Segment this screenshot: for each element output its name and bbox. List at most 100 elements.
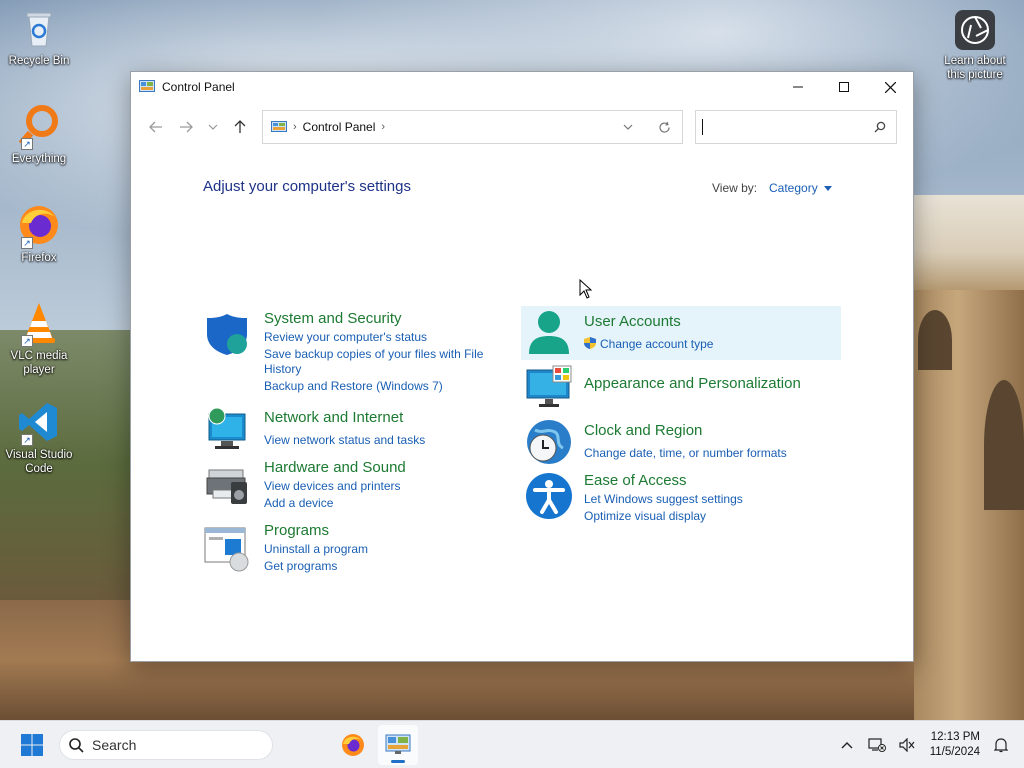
link-uninstall-program[interactable]: Uninstall a program <box>264 542 368 557</box>
desktop-icon-label: Firefox <box>21 252 57 264</box>
link-save-backup-continued[interactable]: History <box>264 362 301 377</box>
back-button[interactable] <box>141 112 171 142</box>
category-title-system-security[interactable]: System and Security <box>264 310 402 327</box>
printer-speaker-icon <box>206 469 247 504</box>
clock-date: 11/5/2024 <box>929 745 980 758</box>
text-caret <box>702 119 703 135</box>
breadcrumb-control-panel[interactable]: Control Panel <box>303 120 376 134</box>
taskbar-app-firefox[interactable] <box>333 725 373 765</box>
link-change-account-type[interactable]: Change account type <box>600 337 713 352</box>
forward-button[interactable] <box>171 112 201 142</box>
uac-shield-icon <box>584 337 596 349</box>
category-title-network-internet[interactable]: Network and Internet <box>264 409 403 426</box>
taskbar-clock[interactable]: 12:13 PM 11/5/2024 <box>922 730 986 760</box>
maximize-icon <box>839 82 849 92</box>
wallpaper-bridge <box>914 290 1024 720</box>
chevron-up-icon <box>841 741 853 748</box>
close-button[interactable] <box>867 72 913 102</box>
maximize-button[interactable] <box>821 72 867 102</box>
desktop-icon-firefox[interactable]: ↗ Firefox <box>0 203 78 265</box>
close-icon <box>884 81 896 93</box>
minimize-button[interactable] <box>775 72 821 102</box>
minimize-icon <box>793 86 803 88</box>
volume-button[interactable] <box>892 727 922 763</box>
title-bar[interactable]: Control Panel <box>131 72 913 102</box>
desktop-icon-vscode[interactable]: ↗ Visual Studio Code <box>0 400 78 476</box>
control-panel-icon <box>385 734 411 754</box>
breadcrumb-separator-icon[interactable]: › <box>381 121 385 133</box>
category-title-appearance[interactable]: Appearance and Personalization <box>584 375 801 392</box>
network-globe-icon <box>208 407 246 449</box>
search-input[interactable] <box>695 110 897 144</box>
arrow-up-icon <box>234 120 246 133</box>
category-title-ease-of-access[interactable]: Ease of Access <box>584 472 687 489</box>
firefox-icon <box>342 733 364 756</box>
taskbar-search[interactable]: Search <box>59 729 273 760</box>
link-optimize-display[interactable]: Optimize visual display <box>584 509 706 524</box>
control-panel-icon <box>139 80 155 92</box>
start-button[interactable] <box>12 725 52 765</box>
desktop-icon-label: Learn about this picture <box>944 55 1006 81</box>
recycle-bin-icon <box>17 6 61 50</box>
link-get-programs[interactable]: Get programs <box>264 559 337 574</box>
desktop-icon-label: Recycle Bin <box>8 55 70 67</box>
address-bar[interactable]: › Control Panel › <box>262 110 683 144</box>
windows-logo-icon <box>21 733 43 756</box>
desktop-icon-label: VLC media player <box>10 350 68 376</box>
link-backup-restore[interactable]: Backup and Restore (Windows 7) <box>264 379 443 394</box>
category-title-hardware-sound[interactable]: Hardware and Sound <box>264 459 406 476</box>
camera-lens-icon <box>955 10 995 50</box>
user-icon <box>529 311 569 354</box>
link-suggest-settings[interactable]: Let Windows suggest settings <box>584 492 743 507</box>
desktop-icon-learn-picture[interactable]: Learn about this picture <box>936 10 1014 82</box>
link-change-date-time[interactable]: Change date, time, or number formats <box>584 446 787 461</box>
notifications-button[interactable] <box>986 727 1016 763</box>
category-title-clock-region[interactable]: Clock and Region <box>584 422 702 439</box>
active-app-indicator <box>391 759 405 763</box>
taskbar-search-placeholder: Search <box>92 736 137 753</box>
up-button[interactable] <box>225 112 255 142</box>
content-area: Adjust your computer's settings View by:… <box>131 152 913 662</box>
view-by-dropdown[interactable]: Category <box>769 181 832 195</box>
control-panel-window: Control Panel › Control Panel › Adjust y… <box>130 71 914 662</box>
address-row: › Control Panel › <box>131 102 913 152</box>
address-dropdown-button[interactable] <box>610 112 646 142</box>
link-save-backup[interactable]: Save backup copies of your files with Fi… <box>264 347 483 362</box>
view-by-value: Category <box>769 181 818 195</box>
search-icon <box>69 737 84 753</box>
link-add-device[interactable]: Add a device <box>264 496 333 511</box>
arrow-right-icon <box>180 121 193 133</box>
vlc-icon: ↗ <box>17 301 61 347</box>
desktop-icon-recycle-bin[interactable]: Recycle Bin <box>0 6 78 68</box>
search-icon <box>874 121 886 133</box>
recent-locations-button[interactable] <box>201 112 225 142</box>
taskbar-app-control-panel[interactable] <box>378 724 418 765</box>
show-hidden-icons-button[interactable] <box>832 727 862 763</box>
wallpaper-town <box>914 195 1024 290</box>
taskbar: Search 12:13 PM 11/5/2024 <box>0 720 1024 768</box>
link-review-status[interactable]: Review your computer's status <box>264 330 427 345</box>
everything-search-icon: ↗ <box>17 104 61 150</box>
bell-icon <box>994 737 1008 752</box>
desktop-icon-vlc[interactable]: ↗ VLC media player <box>0 301 78 377</box>
view-by-label: View by: <box>712 181 758 195</box>
mouse-cursor-icon <box>579 279 593 299</box>
refresh-button[interactable] <box>646 112 682 142</box>
desktop-icon-everything[interactable]: ↗ Everything <box>0 104 78 166</box>
page-title: Adjust your computer's settings <box>203 178 411 195</box>
dropdown-arrow-icon <box>823 185 832 191</box>
category-title-user-accounts[interactable]: User Accounts <box>584 313 681 330</box>
network-disconnected-icon <box>868 737 886 752</box>
shield-icon <box>207 314 247 355</box>
link-network-status[interactable]: View network status and tasks <box>264 433 425 448</box>
refresh-icon <box>658 121 670 133</box>
chevron-down-icon <box>623 124 633 130</box>
breadcrumb-separator-icon: › <box>293 121 297 133</box>
category-title-programs[interactable]: Programs <box>264 522 329 539</box>
accessibility-icon <box>526 473 572 519</box>
chevron-down-icon <box>208 124 218 130</box>
link-devices-printers[interactable]: View devices and printers <box>264 479 401 494</box>
network-status-button[interactable] <box>862 727 892 763</box>
control-panel-icon <box>271 120 287 132</box>
desktop-icon-label: Visual Studio Code <box>5 449 73 475</box>
